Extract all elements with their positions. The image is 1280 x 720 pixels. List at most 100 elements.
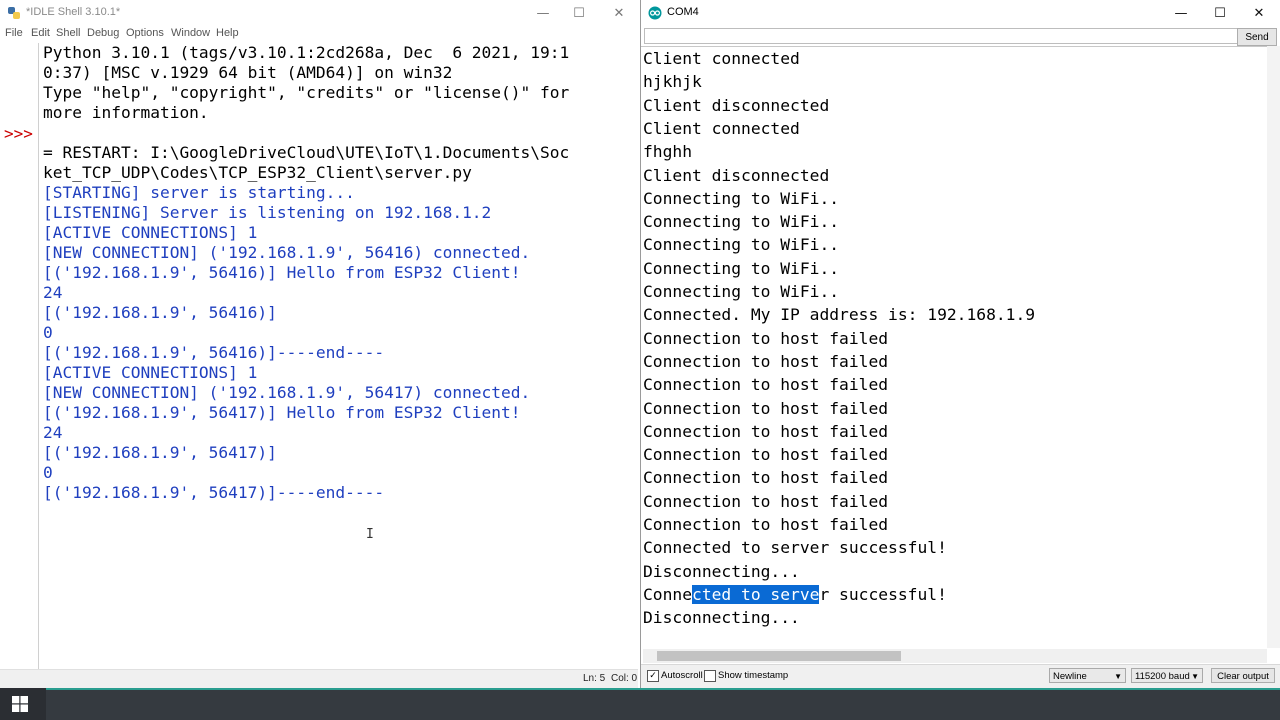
shell-output-line: [('192.168.1.9', 56416)] <box>43 303 277 322</box>
serial-monitor-window: COM4 — ☐ ✕ Send Client connected hjkhjk Cl… <box>640 0 1280 688</box>
line-text-before-selection: Conne <box>643 584 693 604</box>
show-timestamp-label: Show timestamp <box>718 670 789 681</box>
shell-output-line: 24 <box>43 283 63 302</box>
shell-output-line: Python 3.10.1 (tags/v3.10.1:2cd268a, Dec… <box>43 43 570 62</box>
shell-output-line: [STARTING] server is starting... <box>43 183 355 202</box>
serial-horizontal-scrollbar[interactable] <box>643 649 1267 663</box>
serial-output-line: hjkhjk <box>643 72 702 92</box>
shell-output-line: 0 <box>43 323 53 342</box>
shell-output-line: [('192.168.1.9', 56417)]----end---- <box>43 483 385 502</box>
menu-window[interactable]: Window <box>171 27 210 39</box>
serial-output-line: Connection to host failed <box>643 445 889 465</box>
scrollbar-thumb[interactable] <box>657 651 901 661</box>
shell-output-line: [('192.168.1.9', 56417)] Hello from ESP3… <box>43 403 521 422</box>
close-icon[interactable]: ✕ <box>601 0 637 26</box>
serial-output-line: Connecting to WiFi.. <box>643 282 840 301</box>
shell-output-line: [LISTENING] Server is listening on 192.1… <box>43 203 492 222</box>
serial-output-line: Connecting to WiFi.. <box>643 235 840 255</box>
serial-output-line: Client connected <box>643 49 800 68</box>
shell-output-line: 0 <box>43 463 53 482</box>
menu-edit[interactable]: Edit <box>31 27 50 39</box>
serial-output-line: Disconnecting... <box>643 561 800 581</box>
minimize-icon[interactable]: — <box>1163 0 1199 26</box>
shell-prompt: >>> <box>4 124 33 143</box>
serial-output-line-selected: Connected to server successful! <box>643 583 947 606</box>
serial-output-line: Connection to host failed <box>643 398 889 418</box>
serial-output-line: fhghh <box>643 142 693 162</box>
clear-output-button[interactable]: Clear output <box>1211 668 1275 683</box>
send-button[interactable]: Send <box>1237 28 1277 46</box>
shell-output-line: [ACTIVE CONNECTIONS] 1 <box>43 223 258 242</box>
serial-output-line: Connection to host failed <box>643 421 889 441</box>
shell-output-line: [('192.168.1.9', 56417)] <box>43 443 277 462</box>
maximize-icon[interactable]: ☐ <box>561 0 597 26</box>
line-ending-select[interactable]: Newline ▼ <box>1049 668 1126 683</box>
windows-logo-icon <box>12 696 28 712</box>
shell-output-line: [NEW CONNECTION] ('192.168.1.9', 56417) … <box>43 383 531 402</box>
idle-vertical-scrollbar[interactable] <box>624 43 637 669</box>
serial-vertical-scrollbar[interactable] <box>1267 46 1280 648</box>
serial-output-line: Connection to host failed <box>643 351 889 371</box>
show-timestamp-checkbox[interactable] <box>704 670 716 682</box>
idle-menu-bar: File Edit Shell Debug Options Window Hel… <box>0 26 638 42</box>
serial-output-line: Client disconnected <box>643 95 830 115</box>
close-icon[interactable]: ✕ <box>1241 0 1277 26</box>
baud-rate-select[interactable]: 115200 baud ▼ <box>1131 668 1203 683</box>
menu-debug[interactable]: Debug <box>87 27 119 39</box>
python-icon <box>8 7 20 19</box>
chevron-down-icon: ▼ <box>1114 672 1122 681</box>
serial-output-area[interactable]: Client connected hjkhjk Client disconnecte… <box>641 46 1267 649</box>
arduino-icon <box>648 6 662 20</box>
autoscroll-checkbox[interactable]: ✓ <box>647 670 659 682</box>
serial-bottom-bar: ✓ Autoscroll Show timestamp Newline ▼ 11… <box>641 664 1280 688</box>
menu-file[interactable]: File <box>5 27 23 39</box>
serial-output-line: Client connected <box>643 118 800 138</box>
serial-send-input[interactable] <box>644 28 1239 44</box>
serial-output-line: Connecting to WiFi.. <box>643 188 840 208</box>
idle-window-title: *IDLE Shell 3.10.1* <box>26 6 121 18</box>
shell-output-line: Type "help", "copyright", "credits" or "… <box>43 83 570 102</box>
windows-start-button[interactable] <box>0 688 40 720</box>
baud-rate-value: 115200 baud <box>1135 671 1190 682</box>
taskbar <box>0 688 1280 720</box>
serial-window-title: COM4 <box>667 6 699 18</box>
status-line: Ln: 5 <box>583 673 606 684</box>
text-cursor-icon: I <box>366 527 374 542</box>
shell-output-line: [('192.168.1.9', 56416)] Hello from ESP3… <box>43 263 521 282</box>
shell-output-line: 0:37) [MSC v.1929 64 bit (AMD64)] on win… <box>43 63 453 82</box>
menu-help[interactable]: Help <box>216 27 239 39</box>
chevron-down-icon: ▼ <box>1191 672 1199 681</box>
serial-output-line: Connection to host failed <box>643 375 889 395</box>
serial-output-line: Connection to host failed <box>643 491 889 511</box>
prompt-gutter: >>> <box>0 43 38 669</box>
serial-output-line: Disconnecting... <box>643 608 800 628</box>
text-selection[interactable]: cted to serve <box>692 584 820 604</box>
menu-shell[interactable]: Shell <box>56 27 80 39</box>
idle-title-bar[interactable]: *IDLE Shell 3.10.1* — ☐ ✕ <box>0 0 638 26</box>
serial-title-bar[interactable]: COM4 — ☐ ✕ <box>641 0 1280 26</box>
serial-output-line: Connection to host failed <box>643 515 889 534</box>
shell-output-line: [NEW CONNECTION] ('192.168.1.9', 56416) … <box>43 243 531 262</box>
menu-options[interactable]: Options <box>126 27 164 39</box>
serial-output-line: Connected to server successful! <box>643 538 947 558</box>
serial-output-line: Connection to host failed <box>643 468 889 488</box>
maximize-icon[interactable]: ☐ <box>1202 0 1238 26</box>
shell-text-area[interactable]: Python 3.10.1 (tags/v3.10.1:2cd268a, Dec… <box>38 43 624 669</box>
shell-output-line: = RESTART: I:\GoogleDriveCloud\UTE\IoT\1… <box>43 143 570 162</box>
shell-output-line: [ACTIVE CONNECTIONS] 1 <box>43 363 258 382</box>
serial-output-line: Connection to host failed <box>643 328 889 348</box>
idle-shell-window: *IDLE Shell 3.10.1* — ☐ ✕ File Edit Shel… <box>0 0 638 688</box>
serial-output-line: Connecting to WiFi.. <box>643 212 840 232</box>
minimize-icon[interactable]: — <box>525 0 561 26</box>
shell-output-line: [('192.168.1.9', 56416)]----end---- <box>43 343 385 362</box>
active-task-area[interactable] <box>46 688 1280 720</box>
idle-status-bar: Ln: 5 Col: 0 <box>0 669 638 688</box>
serial-output-line: Client disconnected <box>643 165 830 185</box>
serial-output-line: Connected. My IP address is: 192.168.1.9 <box>643 305 1036 325</box>
line-text-after-selection: r successful! <box>819 584 947 604</box>
send-row: Send <box>641 26 1280 46</box>
status-column: Col: 0 <box>611 673 638 684</box>
line-ending-value: Newline <box>1053 671 1087 682</box>
shell-output-line: 24 <box>43 423 63 442</box>
autoscroll-label: Autoscroll <box>661 670 703 681</box>
